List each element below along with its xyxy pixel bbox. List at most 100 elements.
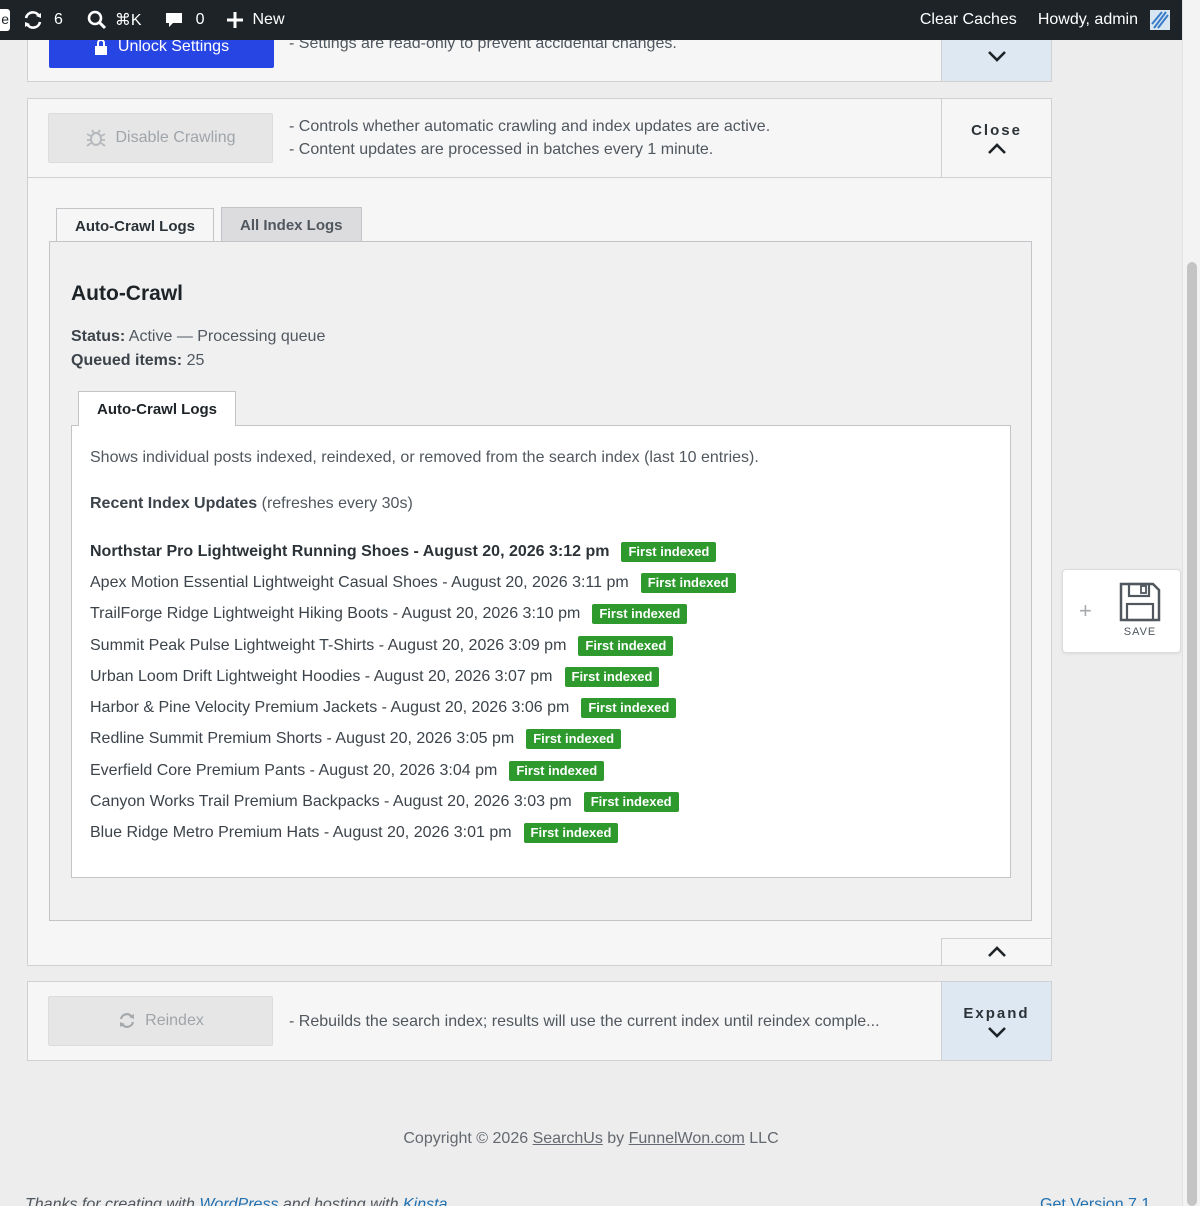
avatar[interactable]	[1150, 10, 1170, 30]
expand-label: Expand	[963, 1004, 1030, 1022]
search-icon	[87, 10, 106, 30]
clear-caches-link[interactable]: Clear Caches	[920, 0, 1017, 40]
status-badge: First indexed	[621, 541, 717, 562]
log-text: Urban Loom Drift Lightweight Hoodies - A…	[90, 667, 553, 685]
wp-footer-thanks: Thanks for creating with WordPress and h…	[25, 1196, 447, 1206]
account-menu[interactable]: Howdy, admin	[1038, 0, 1138, 40]
chevron-down-icon	[987, 51, 1006, 62]
status-line: Status: Active — Processing queue	[71, 328, 325, 346]
list-item: Harbor & Pine Velocity Premium Jackets -…	[90, 692, 736, 723]
page-scrollbar[interactable]	[1182, 0, 1200, 1206]
site-menu-cut[interactable]: e	[0, 9, 10, 31]
close-label: Close	[971, 121, 1022, 139]
crawling-panel: Disable Crawling - Controls whether auto…	[27, 98, 1052, 966]
log-tabs: Auto-Crawl Logs All Index Logs	[56, 207, 369, 243]
log-list: Northstar Pro Lightweight Running Shoes …	[90, 536, 736, 849]
queued-label: Queued items:	[71, 352, 183, 369]
refresh-icon	[24, 11, 42, 29]
site-menu-glyph: e	[1, 11, 9, 27]
reindex-button[interactable]: Reindex	[48, 996, 273, 1046]
updates-menu[interactable]: 6	[22, 0, 63, 40]
updates-count: 6	[54, 11, 63, 28]
llc-text: LLC	[749, 1130, 779, 1147]
reindex-description: - Rebuilds the search index; results wil…	[289, 1013, 880, 1030]
log-text: Northstar Pro Lightweight Running Shoes …	[90, 542, 610, 560]
disable-crawling-button[interactable]: Disable Crawling	[48, 113, 273, 163]
list-item: Blue Ridge Metro Premium Hats - August 2…	[90, 818, 736, 849]
log-text: TrailForge Ridge Lightweight Hiking Boot…	[90, 605, 581, 623]
logs-intro: Shows individual posts indexed, reindexe…	[90, 449, 759, 466]
log-text: Everfield Core Premium Pants - August 20…	[90, 761, 498, 779]
new-label: New	[252, 11, 285, 28]
reindex-label: Reindex	[145, 1012, 204, 1029]
crawling-panel-header: Disable Crawling - Controls whether auto…	[28, 99, 1051, 178]
status-badge: First indexed	[592, 604, 688, 625]
chevron-up-icon	[987, 946, 1006, 957]
section-title: Auto-Crawl	[71, 282, 183, 305]
list-item: Summit Peak Pulse Lightweight T-Shirts -…	[90, 630, 736, 661]
scrollbar-thumb[interactable]	[1187, 262, 1197, 1206]
new-content-menu[interactable]: New	[226, 0, 285, 40]
save-button[interactable]: SAVE	[1118, 582, 1162, 638]
log-text: Summit Peak Pulse Lightweight T-Shirts -…	[90, 636, 567, 654]
recent-heading: Recent Index Updates (refreshes every 30…	[90, 495, 413, 513]
status-badge: First indexed	[526, 729, 622, 750]
lock-icon	[94, 38, 107, 55]
thanks-prefix: Thanks for creating with	[25, 1196, 195, 1206]
status-badge: First indexed	[583, 792, 679, 813]
floating-save-widget: + SAVE	[1062, 569, 1181, 653]
queued-line: Queued items: 25	[71, 352, 204, 370]
tab-inner-auto-crawl-logs[interactable]: Auto-Crawl Logs	[78, 391, 236, 426]
search-shortcut: ⌘K	[114, 12, 142, 29]
crawling-close-toggle[interactable]: Close	[941, 99, 1051, 177]
hosting-text: and hosting with	[282, 1196, 399, 1206]
wordpress-link[interactable]: WordPress	[199, 1196, 278, 1206]
status-badge: First indexed	[564, 666, 660, 687]
logs-box: Shows individual posts indexed, reindexe…	[71, 425, 1011, 878]
list-item: Apex Motion Essential Lightweight Casual…	[90, 567, 736, 598]
get-version-link[interactable]: Get Version 7.1	[1040, 1196, 1150, 1206]
status-badge: First indexed	[640, 572, 736, 593]
log-text: Harbor & Pine Velocity Premium Jackets -…	[90, 699, 570, 717]
by-text: by	[607, 1130, 625, 1147]
funnelwon-link[interactable]: FunnelWon.com	[629, 1130, 745, 1147]
floppy-disk-icon	[1119, 582, 1161, 622]
tab-auto-crawl-logs[interactable]: Auto-Crawl Logs	[56, 208, 214, 243]
save-label: SAVE	[1123, 626, 1157, 638]
chevron-down-icon	[987, 1026, 1006, 1038]
searchus-link[interactable]: SearchUs	[533, 1130, 603, 1147]
tab-all-index-logs[interactable]: All Index Logs	[221, 207, 362, 242]
comments-menu[interactable]: 0	[164, 0, 205, 40]
list-item: Canyon Works Trail Premium Backpacks - A…	[90, 786, 736, 817]
add-icon[interactable]: +	[1079, 598, 1092, 624]
list-item: Everfield Core Premium Pants - August 20…	[90, 755, 736, 786]
reindex-panel: Reindex - Rebuilds the search index; res…	[27, 981, 1052, 1061]
status-badge: First indexed	[578, 635, 674, 656]
log-text: Redline Summit Premium Shorts - August 2…	[90, 730, 515, 748]
collapse-panel-button[interactable]	[941, 938, 1051, 965]
comment-icon	[165, 13, 182, 27]
avatar-image-icon	[1151, 11, 1169, 29]
chevron-up-icon	[987, 142, 1006, 154]
list-item: Northstar Pro Lightweight Running Shoes …	[90, 536, 736, 567]
status-value: Active — Processing queue	[128, 328, 326, 345]
queued-value: 25	[186, 352, 205, 369]
bug-icon	[86, 129, 107, 147]
status-label: Status:	[71, 328, 126, 345]
list-item: TrailForge Ridge Lightweight Hiking Boot…	[90, 599, 736, 630]
comments-count: 0	[195, 11, 205, 28]
log-text: Blue Ridge Metro Premium Hats - August 2…	[90, 824, 512, 842]
log-text: Apex Motion Essential Lightweight Casual…	[90, 573, 629, 591]
status-badge: First indexed	[581, 698, 677, 719]
disable-crawling-label: Disable Crawling	[115, 129, 236, 146]
copyright-prefix: Copyright © 2026	[403, 1130, 529, 1147]
kinsta-link[interactable]: Kinsta	[403, 1196, 447, 1206]
refresh-icon	[120, 1013, 135, 1028]
search-menu[interactable]: ⌘K	[87, 0, 142, 40]
list-item: Redline Summit Premium Shorts - August 2…	[90, 724, 736, 755]
log-text: Canyon Works Trail Premium Backpacks - A…	[90, 793, 572, 811]
unlock-settings-label: Unlock Settings	[117, 37, 230, 55]
reindex-expand-toggle[interactable]: Expand	[941, 982, 1051, 1060]
plus-icon	[227, 12, 244, 28]
status-badge: First indexed	[509, 760, 605, 781]
